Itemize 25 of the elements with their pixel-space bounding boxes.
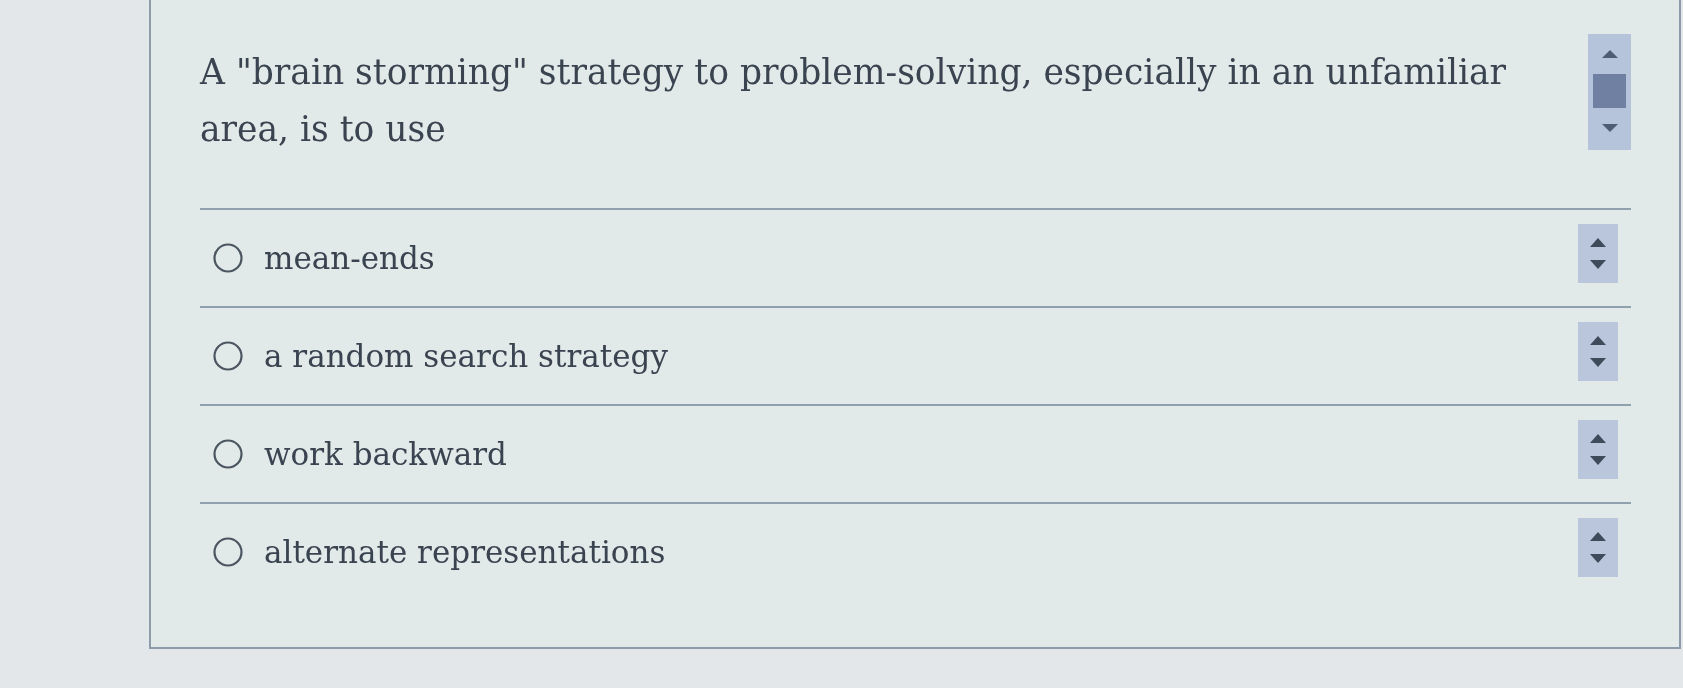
up-arrow-icon[interactable] <box>1590 433 1606 443</box>
down-arrow-icon[interactable] <box>1590 357 1606 367</box>
radio-button[interactable] <box>213 439 243 469</box>
radio-button[interactable] <box>213 341 243 371</box>
scroll-up-icon[interactable] <box>1601 50 1618 58</box>
down-arrow-icon[interactable] <box>1590 553 1606 563</box>
scrollbar-thumb[interactable] <box>1593 74 1626 108</box>
option-label[interactable]: alternate representations <box>264 534 666 570</box>
reorder-control[interactable] <box>1578 321 1618 381</box>
up-arrow-icon[interactable] <box>1590 237 1606 247</box>
reorder-control[interactable] <box>1578 517 1618 577</box>
down-arrow-icon[interactable] <box>1590 259 1606 269</box>
up-arrow-icon[interactable] <box>1590 531 1606 541</box>
radio-button[interactable] <box>213 243 243 273</box>
option-label[interactable]: mean-ends <box>264 240 435 276</box>
reorder-control[interactable] <box>1578 419 1618 479</box>
radio-button[interactable] <box>213 537 243 567</box>
scrollbar-track[interactable] <box>1588 34 1631 150</box>
down-arrow-icon[interactable] <box>1590 455 1606 465</box>
scroll-down-icon[interactable] <box>1601 124 1618 132</box>
option-label[interactable]: a random search strategy <box>264 338 668 374</box>
reorder-control[interactable] <box>1578 223 1618 283</box>
question-text: A "brain storming" strategy to problem-solving, especially in an unfamiliar area, is to use <box>200 51 1508 151</box>
up-arrow-icon[interactable] <box>1590 335 1606 345</box>
option-label[interactable]: work backward <box>264 436 507 472</box>
